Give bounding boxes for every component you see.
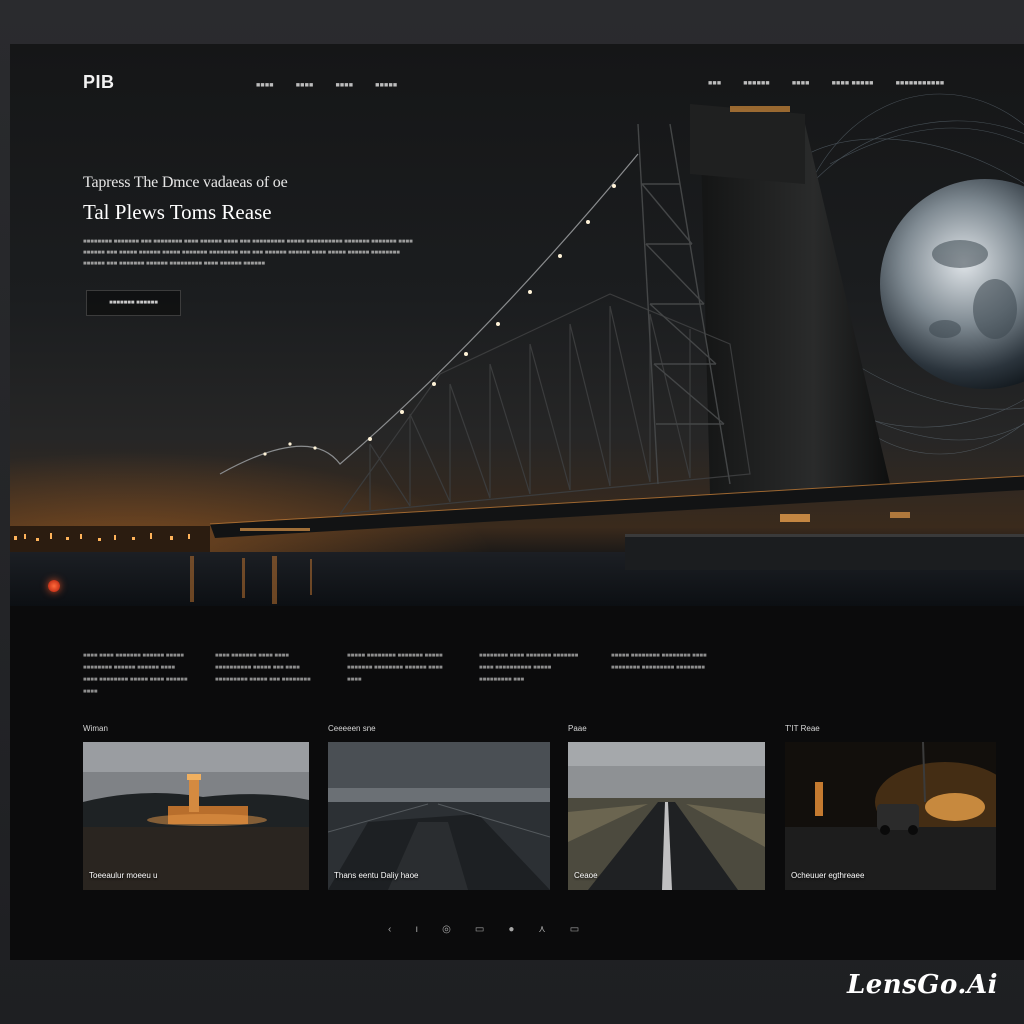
page-item[interactable]: ı [415, 924, 418, 935]
hero-text-block: Tapress The Dmce vadaeas of oe Tal Plews… [83, 174, 423, 270]
nav-link-4[interactable]: ■■■■■ [375, 82, 397, 89]
gallery-card[interactable]: Paae Ceaoe [568, 724, 765, 890]
pagination: ‹ ı ◎ ▭ ● ⋏ ▭ [388, 924, 579, 935]
gallery-card[interactable]: Ceeeeen sne Thans eentu Daliy haoe [328, 724, 550, 890]
page-frame: PIB ■■■■ ■■■■ ■■■■ ■■■■■ ■■■ ■■■■■■ ■■■■… [10, 44, 1024, 960]
card-label: Paae [568, 724, 587, 733]
nav-link-6[interactable]: ■■■■■■ [743, 80, 770, 87]
nav-link-7[interactable]: ■■■■ [792, 80, 810, 87]
card-image[interactable]: Ocheuuer egthreaee [785, 742, 996, 890]
nav-link-5[interactable]: ■■■ [708, 80, 721, 87]
features-row: ■■■■ ■■■■ ■■■■■■■ ■■■■■■ ■■■■■ ■■■■■■■■ … [83, 650, 717, 698]
feature-text: ■■■■■ ■■■■■■■■ ■■■■■■■■ ■■■■ ■■■■■■■■ ■■… [611, 653, 707, 671]
feature-text: ■■■■■ ■■■■■■■■ ■■■■■■■ ■■■■■ ■■■■■■■ ■■■… [347, 653, 443, 683]
hero-body: ■■■■■■■■ ■■■■■■■ ■■■ ■■■■■■■■ ■■■■ ■■■■■… [83, 239, 413, 267]
hero-cta-button[interactable]: ■■■■■■■ ■■■■■■ [86, 290, 181, 316]
card-image[interactable]: Ceaoe [568, 742, 765, 890]
menu-icon[interactable]: ▭ [570, 924, 579, 935]
nav-link-9[interactable]: ■■■■■■■■■■■ [896, 80, 945, 87]
primary-nav: ■■■■ ■■■■ ■■■■ ■■■■■ [256, 82, 397, 89]
feature-text: ■■■■ ■■■■■■■ ■■■■ ■■■■ ■■■■■■■■■■ ■■■■■ … [215, 653, 311, 683]
record-dot-icon [48, 580, 60, 592]
card-label: Ceeeeen sne [328, 724, 376, 733]
nav-link-3[interactable]: ■■■■ [335, 82, 353, 89]
lighthouse-image [83, 742, 309, 890]
night-car-image [785, 742, 996, 890]
card-image[interactable]: Toeeaulur moeeu u [83, 742, 309, 890]
card-caption: Toeeaulur moeeu u [89, 871, 158, 880]
gallery-card[interactable]: Wiman Toeeaulur moeeu u [83, 724, 309, 890]
highway-image [568, 742, 765, 890]
nav-link-8[interactable]: ■■■■ ■■■■■ [832, 80, 874, 87]
card-label: Wiman [83, 724, 108, 733]
branch-icon[interactable]: ⋏ [538, 924, 545, 935]
target-icon[interactable]: ◎ [442, 924, 451, 935]
card-caption: Ocheuuer egthreaee [791, 871, 865, 880]
bridge-road-image [328, 742, 550, 890]
hero-image [10, 93, 1024, 606]
feature-text: ■■■■■■■■ ■■■■ ■■■■■■■ ■■■■■■■ ■■■■ ■■■■■… [479, 653, 579, 683]
card-label: T'IT Reae [785, 724, 820, 733]
secondary-nav: ■■■ ■■■■■■ ■■■■ ■■■■ ■■■■■ ■■■■■■■■■■■ [708, 80, 944, 87]
hero-title: Tal Plews Toms Rease [83, 200, 272, 224]
card-image[interactable]: Thans eentu Daliy haoe [328, 742, 550, 890]
site-logo[interactable]: PIB [83, 72, 115, 93]
nav-link-2[interactable]: ■■■■ [296, 82, 314, 89]
nav-link-1[interactable]: ■■■■ [256, 82, 274, 89]
box-icon[interactable]: ▭ [475, 924, 484, 935]
hero-kicker: Tapress The Dmce vadaeas of oe [83, 174, 288, 191]
feature-text: ■■■■ ■■■■ ■■■■■■■ ■■■■■■ ■■■■■ ■■■■■■■■ … [83, 653, 188, 695]
gallery-card[interactable]: T'IT Reae Ocheuuer egthreaee [785, 724, 996, 890]
hero-section: PIB ■■■■ ■■■■ ■■■■ ■■■■■ ■■■ ■■■■■■ ■■■■… [10, 44, 1024, 606]
watermark: LensGo.Ai [846, 970, 998, 1000]
prev-arrow-icon[interactable]: ‹ [388, 924, 391, 935]
card-caption: Thans eentu Daliy haoe [334, 871, 419, 880]
dot-icon[interactable]: ● [508, 924, 514, 935]
card-caption: Ceaoe [574, 871, 598, 880]
